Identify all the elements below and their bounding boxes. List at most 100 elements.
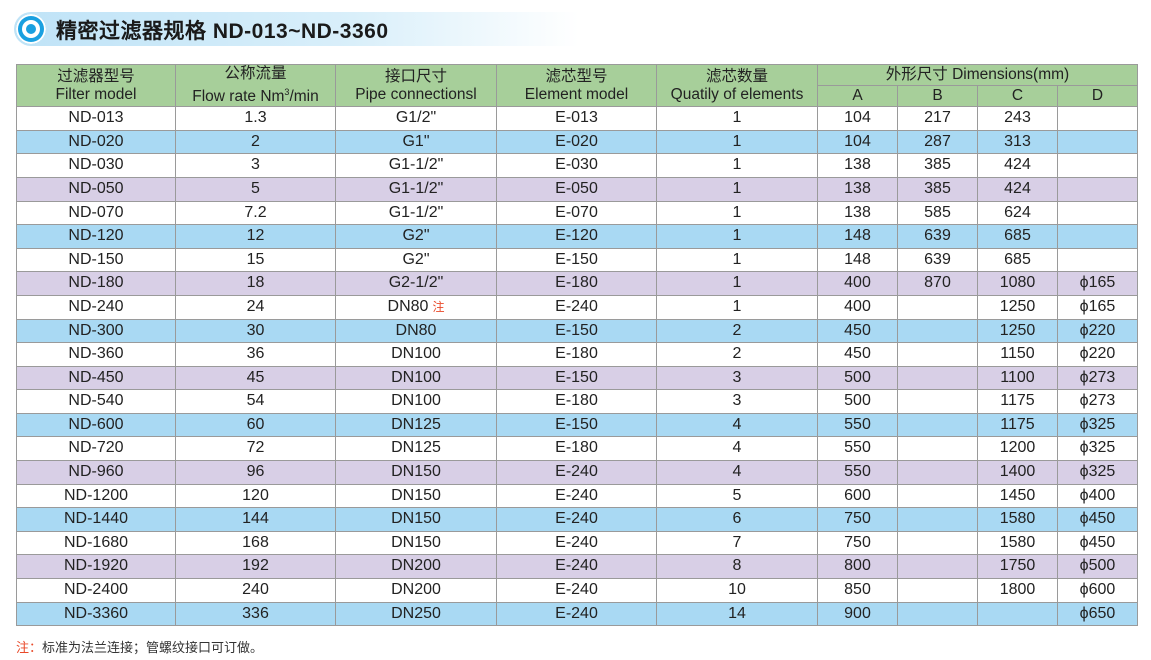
- cell-model-value: ND-960: [68, 463, 124, 481]
- cell-pipe-value: G1-1/2": [388, 156, 444, 174]
- cell-dim-c-value: 1400: [999, 463, 1036, 481]
- cell-pipe-value: DN80: [395, 321, 437, 339]
- cell-dim-d-value: ϕ165: [1079, 297, 1116, 315]
- cell-dim-a-value: 750: [844, 510, 871, 528]
- cell-model-value: ND-020: [68, 132, 124, 150]
- cell-dim-b: [897, 412, 978, 438]
- cell-dim-d: ϕ450: [1057, 507, 1138, 532]
- cell-dim-a: 600: [817, 483, 898, 509]
- cell-pipe: G2": [335, 224, 497, 249]
- table-row: ND-3360 336 DN250 E-240 14 900 ϕ650: [16, 601, 1138, 627]
- header-model-cn: 过滤器型号: [57, 67, 135, 85]
- cell-dim-a: 750: [817, 507, 898, 532]
- cell-dim-c: 1150: [977, 342, 1058, 367]
- cell-pipe: DN150: [335, 483, 497, 509]
- cell-model: ND-240: [16, 294, 176, 320]
- cell-element-value: E-240: [555, 581, 598, 599]
- cell-flow-value: 30: [246, 321, 265, 339]
- cell-dim-b: 639: [897, 247, 978, 273]
- cell-element: E-030: [496, 153, 657, 178]
- cell-pipe: DN100: [335, 342, 497, 367]
- cell-element: E-240: [496, 554, 657, 580]
- cell-model: ND-070: [16, 200, 176, 226]
- cell-dim-d-value: ϕ220: [1079, 321, 1116, 339]
- cell-qty: 10: [656, 578, 818, 603]
- table-row: ND-013 1.3 G1/2" E-013 1 104 217 243: [16, 106, 1138, 131]
- cell-dim-b: [897, 436, 978, 462]
- cell-pipe: DN125: [335, 436, 497, 462]
- cell-element: E-070: [496, 200, 657, 226]
- note-marker: 注: [432, 299, 445, 314]
- cell-qty-value: 4: [732, 439, 742, 457]
- cell-dim-b: [897, 483, 978, 509]
- table-row: ND-240 24 DN80 注 E-240 1 400 1250 ϕ165: [16, 294, 1138, 320]
- header-pipe-cn: 接口尺寸: [384, 67, 447, 85]
- cell-pipe: DN150: [335, 507, 497, 532]
- header-flow-unit: /min: [289, 88, 319, 106]
- cell-pipe-value: DN80: [387, 297, 429, 315]
- cell-model-value: ND-1440: [63, 510, 129, 528]
- cell-dim-a-value: 400: [844, 274, 871, 292]
- cell-qty-value: 3: [732, 392, 742, 410]
- header-dimensions: 外形尺寸 Dimensions(mm): [817, 63, 1138, 87]
- cell-pipe-value: DN125: [391, 415, 441, 433]
- cell-dim-a: 500: [817, 389, 898, 414]
- cell-model-value: ND-050: [68, 179, 124, 197]
- cell-flow-value: 45: [246, 368, 265, 386]
- cell-dim-c-value: 685: [1004, 227, 1031, 245]
- cell-dim-c-value: 1100: [1000, 368, 1035, 386]
- cell-element-value: E-150: [555, 368, 598, 386]
- cell-dim-c-value: 1150: [1000, 345, 1035, 363]
- cell-dim-c: 1400: [977, 460, 1058, 485]
- cell-pipe: DN150: [335, 460, 497, 485]
- cell-dim-a-value: 600: [844, 486, 871, 504]
- cell-qty-value: 6: [732, 510, 742, 528]
- cell-element-value: E-180: [555, 274, 598, 292]
- cell-dim-a-value: 138: [844, 203, 871, 221]
- cell-dim-a: 450: [817, 318, 898, 344]
- header-qty-cn: 滤芯数量: [705, 67, 768, 85]
- cell-qty: 1: [656, 224, 818, 249]
- cell-pipe-value: DN200: [391, 557, 441, 575]
- header-qty: 滤芯数量 Quatily of elements: [656, 63, 818, 108]
- cell-qty-value: 4: [732, 415, 742, 433]
- cell-element-value: E-150: [555, 321, 598, 339]
- cell-qty-value: 1: [732, 297, 742, 315]
- cell-dim-a: 750: [817, 530, 898, 556]
- cell-flow-value: 3: [251, 156, 260, 174]
- cell-model: ND-1920: [16, 554, 176, 580]
- cell-dim-b: 385: [897, 153, 978, 178]
- cell-dim-b: [897, 389, 978, 414]
- cell-flow: 18: [175, 271, 336, 296]
- cell-dim-b-value: 385: [924, 179, 951, 197]
- cell-flow: 5: [175, 176, 336, 202]
- cell-flow: 15: [175, 247, 336, 273]
- cell-element: E-180: [496, 436, 657, 462]
- cell-dim-d: ϕ600: [1057, 578, 1138, 603]
- cell-flow-value: 72: [246, 439, 265, 457]
- cell-pipe-value: DN150: [391, 463, 441, 481]
- cell-dim-d: ϕ325: [1057, 412, 1138, 438]
- cell-model: ND-300: [16, 318, 176, 344]
- table-row: ND-960 96 DN150 E-240 4 550 1400 ϕ325: [16, 460, 1138, 485]
- cell-element-value: E-240: [555, 486, 598, 504]
- cell-qty: 1: [656, 176, 818, 202]
- cell-flow: 144: [175, 507, 336, 532]
- cell-model-value: ND-120: [68, 227, 124, 245]
- header-dim-a: A: [817, 85, 898, 108]
- cell-model: ND-360: [16, 342, 176, 367]
- cell-element-value: E-150: [555, 250, 598, 268]
- cell-dim-a-value: 148: [844, 227, 871, 245]
- cell-element-value: E-240: [555, 533, 598, 551]
- cell-dim-c: 1080: [977, 271, 1058, 296]
- header-flow-en: Flow rate Nm3/min: [177, 83, 335, 106]
- cell-pipe: DN80 注: [335, 294, 497, 320]
- cell-flow: 3: [175, 153, 336, 178]
- header-flow-text: Flow rate Nm: [192, 88, 285, 106]
- cell-dim-c: [977, 601, 1058, 627]
- cell-element: E-020: [496, 129, 657, 155]
- cell-dim-b: [897, 318, 978, 344]
- cell-element-value: E-240: [555, 557, 598, 575]
- cell-flow-value: 96: [246, 463, 265, 481]
- cell-flow: 240: [175, 578, 336, 603]
